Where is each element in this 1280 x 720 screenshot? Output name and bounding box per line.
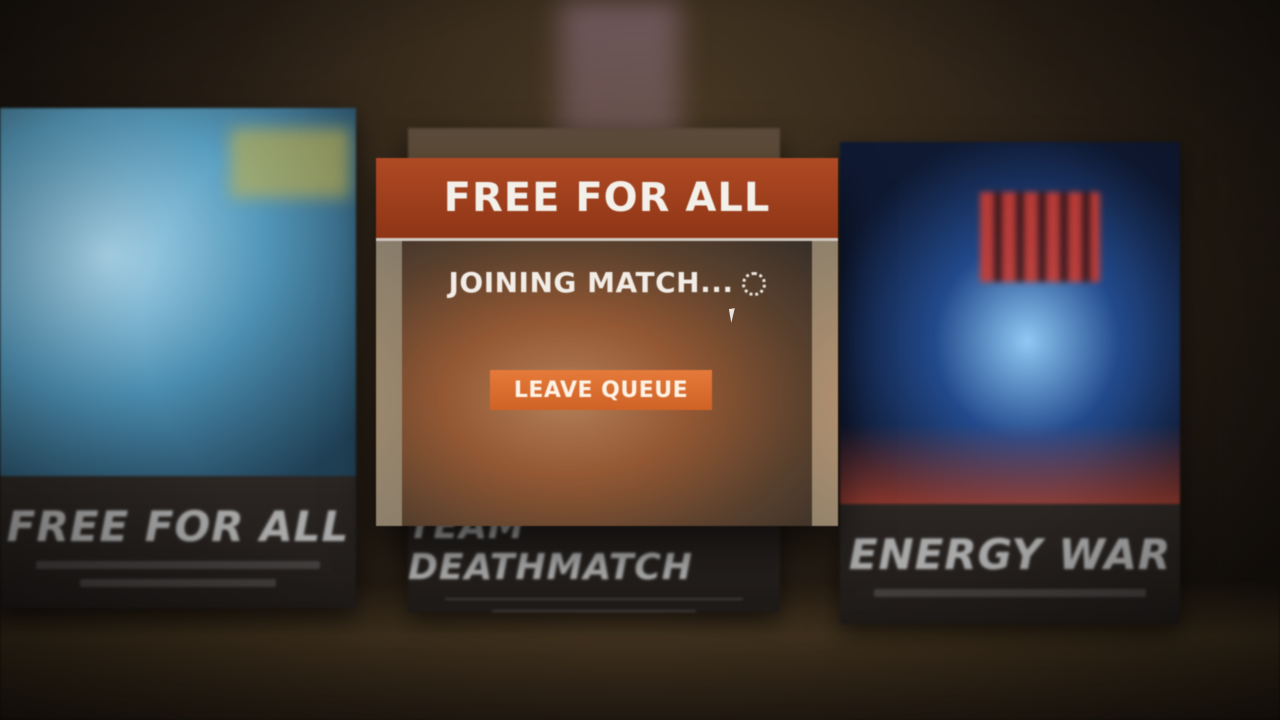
mouse-pointer-icon: [728, 307, 744, 323]
mode-card-footer: ENERGY WAR: [840, 504, 1180, 624]
joining-status-text: JOINING MATCH...: [448, 266, 734, 299]
mode-card-description: [35, 561, 321, 569]
mode-card-footer: FREE FOR ALL: [0, 476, 356, 608]
mode-card-energy-war[interactable]: ENERGY WAR: [840, 142, 1180, 624]
mode-card-title: ENERGY WAR: [848, 530, 1172, 579]
mode-card-description: [874, 589, 1146, 597]
mode-card-description: [80, 579, 276, 587]
mode-card-description: [491, 610, 697, 612]
dialog-title: FREE FOR ALL: [443, 175, 771, 221]
joining-status: JOINING MATCH...: [376, 266, 838, 299]
matchmaking-dialog: FREE FOR ALL JOINING MATCH... LEAVE QUEU…: [376, 158, 838, 526]
mode-card-title: FREE FOR ALL: [6, 502, 350, 551]
loading-spinner-icon: [741, 272, 766, 296]
mode-card-art: [0, 108, 356, 476]
mode-card-free-for-all[interactable]: FREE FOR ALL: [0, 108, 356, 608]
mode-card-art: [840, 142, 1180, 504]
leave-queue-button[interactable]: LEAVE QUEUE: [490, 370, 712, 410]
mode-card-description: [445, 598, 743, 600]
dialog-header: FREE FOR ALL: [376, 158, 838, 241]
